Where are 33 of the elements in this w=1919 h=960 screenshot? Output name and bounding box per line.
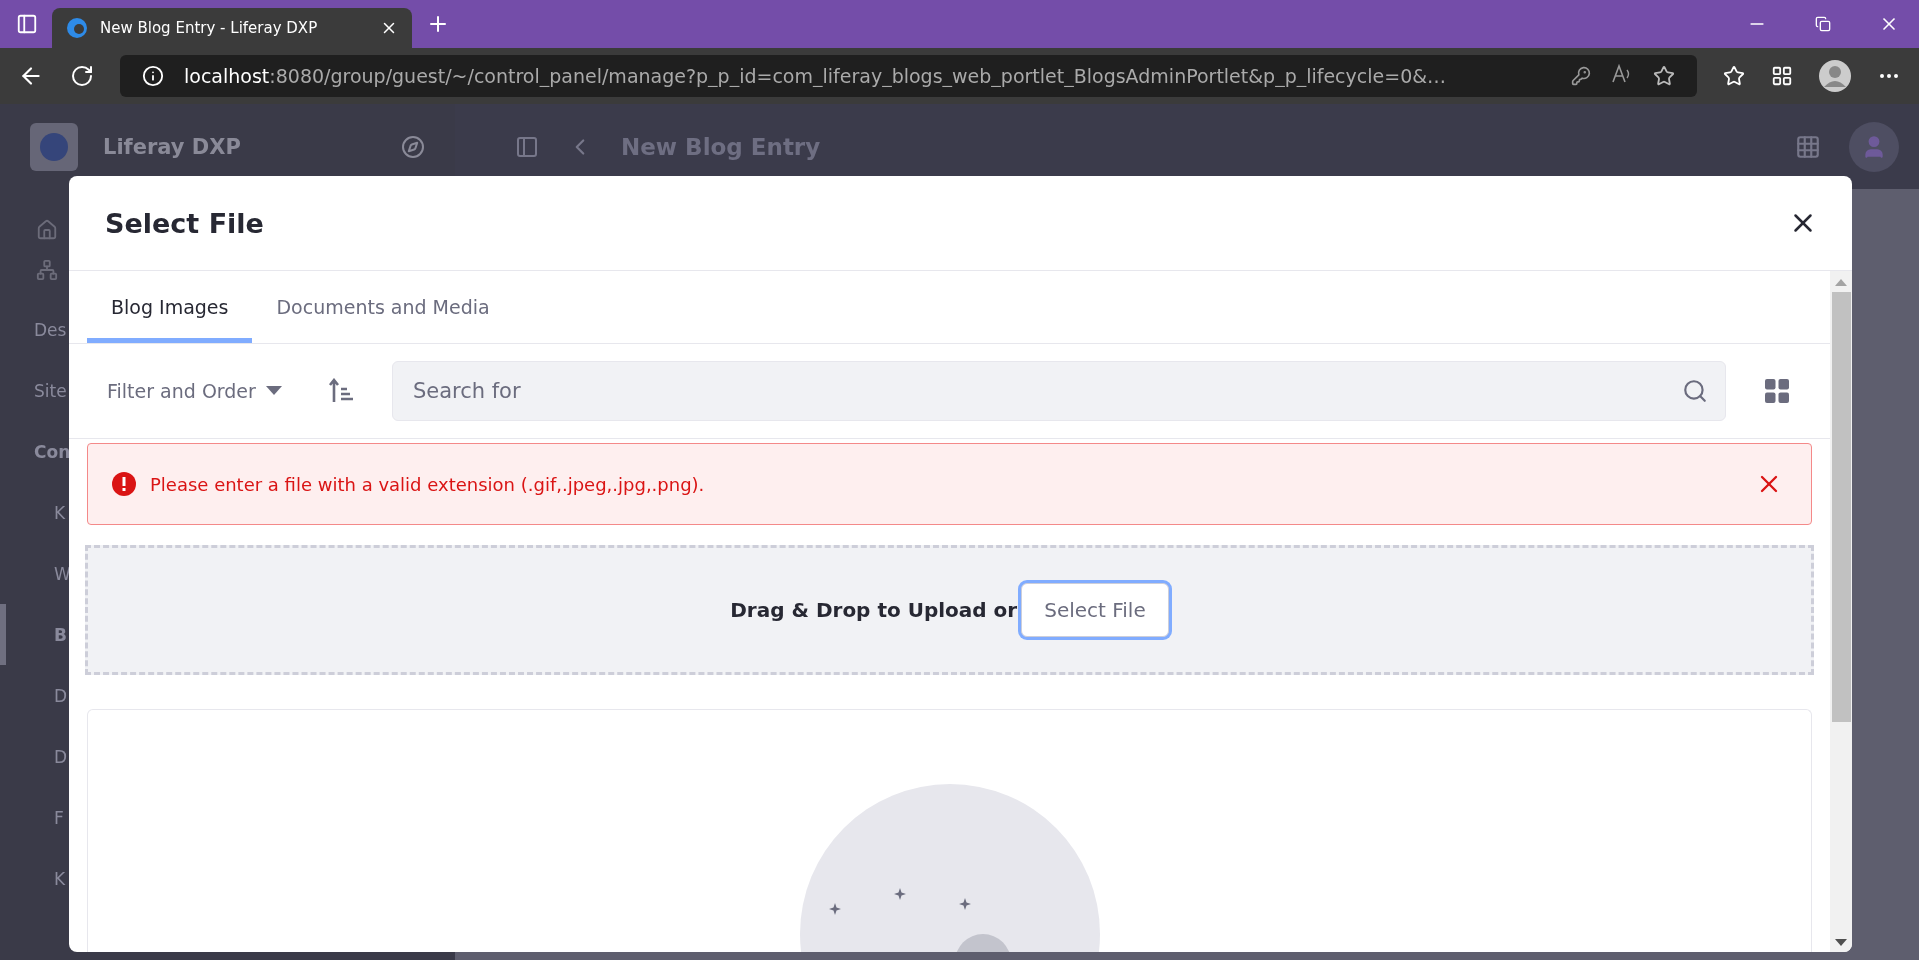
restore-icon[interactable]: [1815, 16, 1831, 32]
browser-tab[interactable]: New Blog Entry - Liferay DXP: [52, 8, 412, 48]
grid-icon: [1764, 378, 1790, 404]
info-icon[interactable]: [142, 65, 164, 87]
error-icon: [112, 472, 136, 496]
search-field[interactable]: Search for: [391, 361, 1726, 421]
dialog-title: Select File: [105, 207, 265, 239]
sort-icon: [327, 378, 354, 404]
apps-grid-icon[interactable]: [1795, 133, 1821, 160]
sidebar-toggle-icon[interactable]: [515, 134, 539, 159]
error-message: Please enter a file with a valid extension (.gif,.jpeg,.jpg,.png).: [150, 473, 706, 495]
brand-name: Liferay DXP: [103, 134, 242, 159]
reload-icon[interactable]: [70, 64, 94, 88]
drop-zone-text: Drag & Drop to Upload or: [730, 598, 1018, 622]
profile-avatar-icon[interactable]: [1819, 60, 1851, 92]
scrollbar[interactable]: [1830, 271, 1852, 952]
compass-icon[interactable]: [401, 134, 425, 159]
url-text: localhost:8080/group/guest/~/control_panel/manage?p_p_id=com_liferay_blogs_web_portlet_BlogsAdminPortlet&p_p_lifecycle=0&…: [184, 65, 1448, 87]
key-icon[interactable]: [1571, 66, 1591, 86]
favorites-icon[interactable]: [1723, 65, 1745, 87]
brand-logo: [30, 122, 78, 171]
drop-zone[interactable]: Drag & Drop to Upload or Select File: [85, 545, 1814, 675]
collections-icon[interactable]: [1771, 65, 1793, 87]
favorite-add-icon[interactable]: [1653, 65, 1675, 87]
caret-icon: [265, 386, 282, 396]
select-file-button[interactable]: Select File: [1021, 583, 1169, 637]
browser-logo-icon: [66, 17, 88, 39]
address-bar[interactable]: localhost:8080/group/guest/~/control_panel/manage?p_p_id=com_liferay_blogs_web_portlet_BlogsAdminPortlet&p_p_lifecycle=0&…: [120, 55, 1697, 97]
filter-dropdown[interactable]: Filter and Order: [87, 372, 302, 410]
search-icon[interactable]: [1682, 378, 1708, 404]
tab[interactable]: Documents and Media: [252, 271, 514, 343]
tab-title: New Blog Entry - Liferay DXP: [100, 19, 319, 37]
tab[interactable]: Blog Images: [87, 271, 253, 343]
